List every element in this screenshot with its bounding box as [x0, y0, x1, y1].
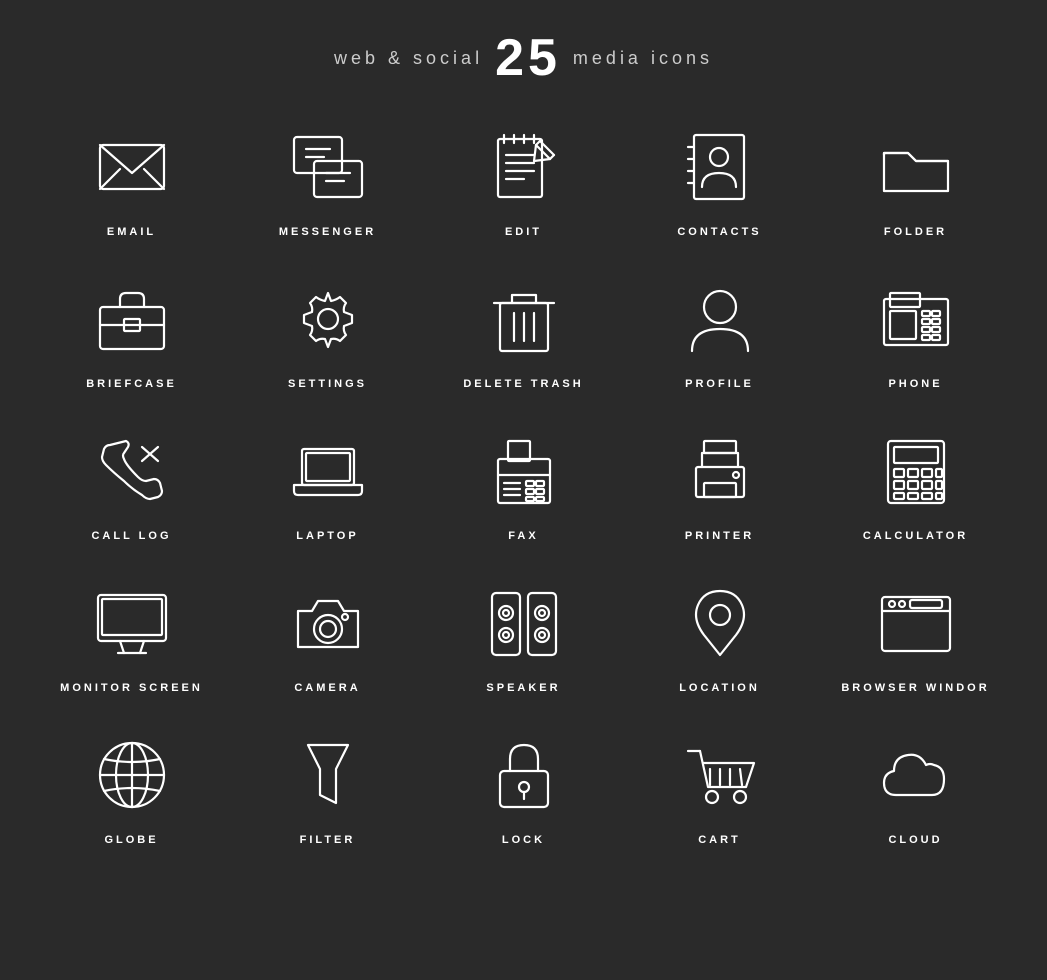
- icon-item-edit: EDIT: [426, 104, 622, 256]
- icon-item-browser-window: BROWSER WINDOR: [818, 560, 1014, 712]
- icon-item-folder: FOLDER: [818, 104, 1014, 256]
- icon-item-email: EMAIL: [34, 104, 230, 256]
- browser-window-icon: [871, 578, 961, 668]
- email-icon: [87, 122, 177, 212]
- icon-item-monitor-screen: MONITOR SCREEN: [34, 560, 230, 712]
- cloud-icon: [871, 730, 961, 820]
- location-label: LOCATION: [679, 682, 760, 694]
- icons-grid: EMAIL MESSENGER: [34, 104, 1014, 864]
- icon-item-location: LOCATION: [622, 560, 818, 712]
- calculator-icon: [871, 426, 961, 516]
- folder-label: FOLDER: [884, 226, 947, 238]
- fax-icon: [479, 426, 569, 516]
- speaker-label: SPEAKER: [486, 682, 560, 694]
- call-log-label: CALL LOG: [91, 530, 171, 542]
- monitor-screen-label: MONITOR SCREEN: [60, 682, 203, 694]
- edit-label: EDIT: [505, 226, 542, 238]
- camera-icon: [283, 578, 373, 668]
- globe-icon: [87, 730, 177, 820]
- icon-item-briefcase: BRIEFCASE: [34, 256, 230, 408]
- calculator-label: CALCULATOR: [863, 530, 968, 542]
- header-prefix: web & social: [334, 48, 483, 69]
- icon-item-cart: CART: [622, 712, 818, 864]
- settings-icon: [283, 274, 373, 364]
- printer-label: PRINTER: [685, 530, 754, 542]
- icon-item-profile: PROFILE: [622, 256, 818, 408]
- browser-window-label: BROWSER WINDOR: [841, 682, 989, 694]
- icon-item-globe: GLOBE: [34, 712, 230, 864]
- delete-trash-icon: [479, 274, 569, 364]
- contacts-label: CONTACTS: [677, 226, 761, 238]
- laptop-label: LAPTOP: [296, 530, 358, 542]
- email-label: EMAIL: [107, 226, 156, 238]
- filter-icon: [283, 730, 373, 820]
- icon-item-camera: CAMERA: [230, 560, 426, 712]
- icon-item-lock: LOCK: [426, 712, 622, 864]
- globe-label: GLOBE: [104, 834, 158, 846]
- monitor-screen-icon: [87, 578, 177, 668]
- briefcase-icon: [87, 274, 177, 364]
- messenger-icon: [283, 122, 373, 212]
- printer-icon: [675, 426, 765, 516]
- icon-item-call-log: CALL LOG: [34, 408, 230, 560]
- call-log-icon: [87, 426, 177, 516]
- cloud-label: CLOUD: [888, 834, 942, 846]
- filter-label: FILTER: [300, 834, 356, 846]
- icon-item-calculator: CALCULATOR: [818, 408, 1014, 560]
- icon-item-laptop: LAPTOP: [230, 408, 426, 560]
- folder-icon: [871, 122, 961, 212]
- icon-item-phone: PHONE: [818, 256, 1014, 408]
- cart-icon: [675, 730, 765, 820]
- icon-item-speaker: SPEAKER: [426, 560, 622, 712]
- header-number: 25: [495, 32, 561, 84]
- phone-label: PHONE: [888, 378, 942, 390]
- icon-item-cloud: CLOUD: [818, 712, 1014, 864]
- lock-label: LOCK: [502, 834, 545, 846]
- icon-item-messenger: MESSENGER: [230, 104, 426, 256]
- speaker-icon: [479, 578, 569, 668]
- laptop-icon: [283, 426, 373, 516]
- location-icon: [675, 578, 765, 668]
- icon-item-filter: FILTER: [230, 712, 426, 864]
- phone-icon: [871, 274, 961, 364]
- header-suffix: media icons: [573, 48, 713, 69]
- settings-label: SETTINGS: [288, 378, 367, 390]
- briefcase-label: BRIEFCASE: [86, 378, 177, 390]
- icon-item-printer: PRINTER: [622, 408, 818, 560]
- messenger-label: MESSENGER: [279, 226, 376, 238]
- profile-label: PROFILE: [685, 378, 754, 390]
- profile-icon: [675, 274, 765, 364]
- cart-label: CART: [698, 834, 741, 846]
- fax-label: FAX: [508, 530, 538, 542]
- camera-label: CAMERA: [294, 682, 360, 694]
- icon-item-contacts: CONTACTS: [622, 104, 818, 256]
- icon-item-fax: FAX: [426, 408, 622, 560]
- contacts-icon: [675, 122, 765, 212]
- icon-item-settings: SETTINGS: [230, 256, 426, 408]
- delete-trash-label: DELETE TRASH: [463, 378, 583, 390]
- icon-item-delete-trash: DELETE TRASH: [426, 256, 622, 408]
- lock-icon: [479, 730, 569, 820]
- edit-icon: [479, 122, 569, 212]
- page-header: web & social 25 media icons: [334, 32, 713, 84]
